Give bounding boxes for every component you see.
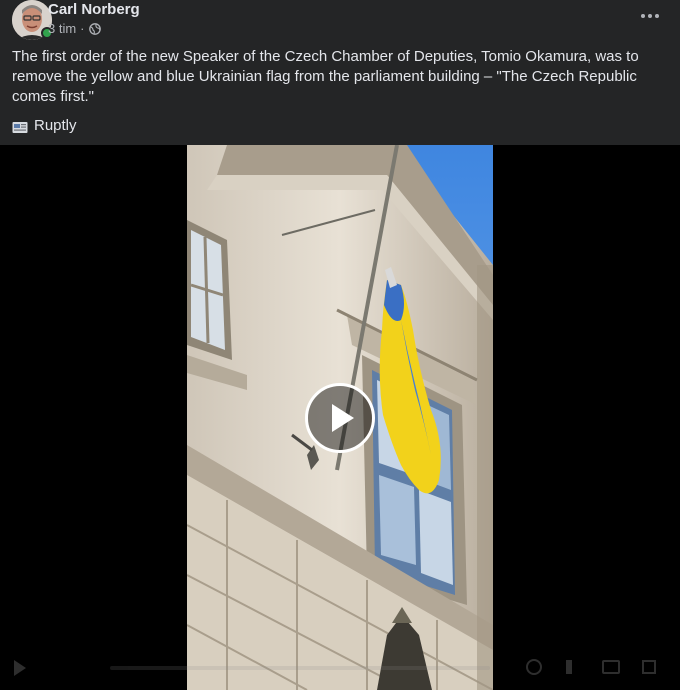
- video-player[interactable]: [0, 145, 680, 690]
- play-button[interactable]: [305, 383, 375, 453]
- more-options-icon: [641, 14, 645, 18]
- picture-in-picture-icon[interactable]: [602, 660, 620, 674]
- separator: ·: [80, 21, 85, 36]
- globe-icon[interactable]: [88, 23, 101, 35]
- settings-gear-icon[interactable]: [526, 659, 542, 675]
- more-options-dot: [655, 14, 659, 18]
- video-controls: [0, 646, 680, 690]
- author-name[interactable]: Carl Norberg: [48, 1, 348, 19]
- control-play-icon[interactable]: [14, 660, 26, 676]
- more-options-dot: [648, 14, 652, 18]
- more-options-button[interactable]: [634, 6, 666, 26]
- source-line: Ruptly: [12, 116, 77, 136]
- post-timestamp[interactable]: 3 tim: [48, 21, 76, 37]
- source-label[interactable]: Ruptly: [34, 116, 77, 136]
- post-subline: 3 tim ·: [48, 21, 348, 37]
- volume-icon[interactable]: [566, 660, 580, 674]
- post-text: The first order of the new Speaker of th…: [12, 48, 639, 105]
- post-header: [12, 0, 53, 44]
- author-avatar[interactable]: [12, 0, 53, 40]
- progress-bar[interactable]: [110, 666, 490, 670]
- play-icon: [332, 404, 354, 432]
- post-meta: Carl Norberg 3 tim ·: [48, 1, 348, 37]
- facebook-post: Carl Norberg 3 tim · The first order of …: [0, 0, 680, 690]
- fullscreen-icon[interactable]: [642, 660, 656, 674]
- newspaper-icon: [12, 120, 28, 133]
